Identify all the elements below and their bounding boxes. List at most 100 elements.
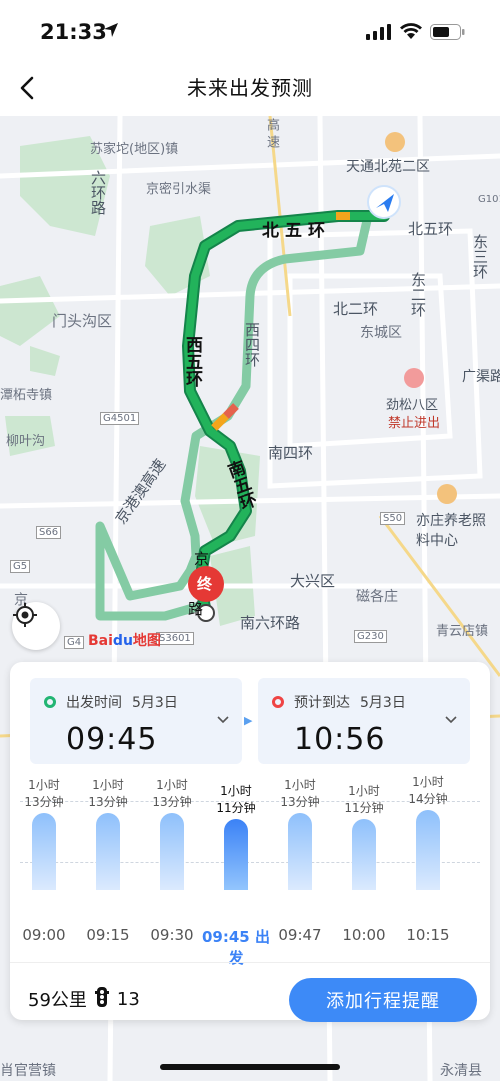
duration-label: 1小时 11分钟 (334, 783, 394, 817)
duration-hours: 1小时 (92, 778, 124, 792)
duration-hours: 1小时 (284, 778, 316, 792)
chevron-down-icon (444, 714, 458, 728)
duration-bar (32, 813, 56, 890)
map-label: G5 (10, 560, 31, 573)
departure-time-selector[interactable]: 出发时间 5月3日 09:45 (30, 678, 242, 764)
arrival-dot-icon (272, 696, 284, 708)
status-time: 21:33 (40, 20, 107, 44)
map-label: G101 (478, 194, 500, 205)
map-label: 天通北苑二区 (346, 159, 430, 175)
departure-option[interactable]: 1小时 14分钟 10:15 (398, 775, 458, 962)
departure-date: 5月3日 (132, 695, 178, 711)
map-label: 劲松八区 (386, 398, 439, 413)
map-label: 高 速 (264, 118, 279, 149)
add-reminder-button[interactable]: 添加行程提醒 (289, 978, 477, 1022)
arrow-right-icon: ▶ (244, 714, 253, 727)
baidu-logo-paw: du (112, 633, 133, 649)
departure-option[interactable]: 1小时 11分钟 10:00 (334, 782, 394, 962)
departure-label: 出发时间 (66, 695, 122, 711)
arrival-time: 10:56 (294, 722, 386, 757)
traffic-light-icon (94, 986, 109, 1012)
duration-label: 1小时 13分钟 (14, 777, 74, 811)
locate-me-button[interactable] (12, 602, 60, 650)
map-label: S3601 (156, 632, 194, 645)
divider (10, 962, 490, 963)
chevron-down-icon (216, 714, 230, 728)
duration-minutes: 13分钟 (88, 795, 128, 809)
departure-time-label: 10:15 (406, 926, 450, 944)
map-label: S50 (380, 512, 406, 525)
page-title: 未来出发预测 (187, 76, 313, 100)
duration-minutes: 11分钟 (344, 801, 384, 815)
map-label: 大兴区 (290, 572, 336, 590)
map-label: 潭柘寺镇 (0, 388, 53, 403)
crosshair-icon (13, 603, 37, 627)
map-label: 南六环路 (240, 614, 301, 632)
map-label: 北二环 (333, 300, 379, 318)
duration-hours: 1小时 (348, 784, 380, 798)
map-label: 京密引水渠 (146, 182, 212, 197)
map-label: 永清县 (440, 1063, 482, 1079)
map-label: 北五环 (408, 220, 454, 238)
departure-option[interactable]: 1小时 13分钟 09:00 (14, 778, 74, 962)
duration-label: 1小时 13分钟 (142, 777, 202, 811)
map-label: 肖官营镇 (0, 1063, 56, 1079)
duration-minutes: 11分钟 (216, 801, 256, 815)
map-label: 东城区 (360, 325, 402, 341)
baidu-logo-text: Bai (88, 633, 113, 649)
map-label: 磁各庄 (356, 589, 398, 605)
arrival-date: 5月3日 (360, 695, 406, 711)
map-label: G4501 (100, 412, 140, 425)
departure-dot-icon (44, 696, 56, 708)
route-label: 西五环 (182, 336, 202, 387)
route-label: 北五环 (262, 221, 331, 241)
map-label: 南四环 (268, 444, 314, 462)
map-label: 东二环 (409, 272, 427, 317)
duration-hours: 1小时 (28, 778, 60, 792)
map-label: 亦庄养老照料中心 (416, 513, 486, 549)
departure-time: 09:45 (66, 722, 158, 757)
map-label: 六环路 (89, 170, 107, 215)
map-label: S66 (36, 526, 62, 539)
duration-bar (96, 813, 120, 890)
map-label: 柳叶沟 (6, 434, 46, 449)
duration-minutes: 14分钟 (408, 792, 448, 806)
home-indicator (160, 1064, 340, 1070)
arrival-label: 预计到达 (294, 695, 350, 711)
duration-bar (288, 813, 312, 890)
baidu-logo-map: 地图 (132, 633, 161, 649)
map-label: 苏家坨(地区)镇 (90, 142, 179, 157)
duration-label: 1小时 13分钟 (270, 777, 330, 811)
map-label: G230 (354, 630, 387, 643)
arrival-time-selector[interactable]: 预计到达 5月3日 10:56 (258, 678, 470, 764)
duration-hours: 1小时 (412, 775, 444, 789)
map-label: 禁止进出 (388, 416, 441, 431)
duration-bar (160, 813, 184, 890)
departure-options: 1小时 13分钟 09:00 1小时 13分钟 09:15 1小时 13分钟 09:30 1小时 1… (10, 775, 490, 967)
battery-icon (430, 24, 466, 44)
cellular-signal-icon (366, 24, 392, 44)
arrival-header: 预计到达 5月3日 (272, 692, 406, 712)
status-bar: 21:33 (0, 0, 500, 62)
departure-option[interactable]: 1小时 13分钟 09:15 (78, 778, 138, 962)
map-label: 路 (188, 600, 204, 618)
wifi-icon (399, 22, 423, 44)
route-label: 西四环 (243, 322, 261, 367)
map-label: 京 (194, 550, 210, 568)
duration-hours: 1小时 (156, 778, 188, 792)
duration-minutes: 13分钟 (280, 795, 320, 809)
map-label: 东三环 (471, 234, 489, 279)
duration-bar (352, 819, 376, 890)
duration-bar (416, 810, 440, 890)
map-label: 广渠路 (462, 369, 500, 385)
distance: 59公里 (28, 990, 87, 1011)
duration-label: 1小时 14分钟 (398, 774, 458, 808)
departure-option[interactable]: 1小时 13分钟 09:47 (270, 778, 330, 962)
destination-marker[interactable]: 终 (197, 573, 212, 594)
nav-bar: 未来出发预测 (0, 62, 500, 116)
duration-minutes: 13分钟 (152, 795, 192, 809)
duration-hours: 1小时 (220, 784, 252, 798)
departure-option[interactable]: 1小时 11分钟 09:45 出发 (202, 782, 270, 967)
departure-option[interactable]: 1小时 13分钟 09:30 (142, 778, 202, 962)
prediction-panel: 出发时间 5月3日 09:45 ▶ 预计到达 5月3日 10:56 1小时 13分… (10, 662, 490, 1022)
